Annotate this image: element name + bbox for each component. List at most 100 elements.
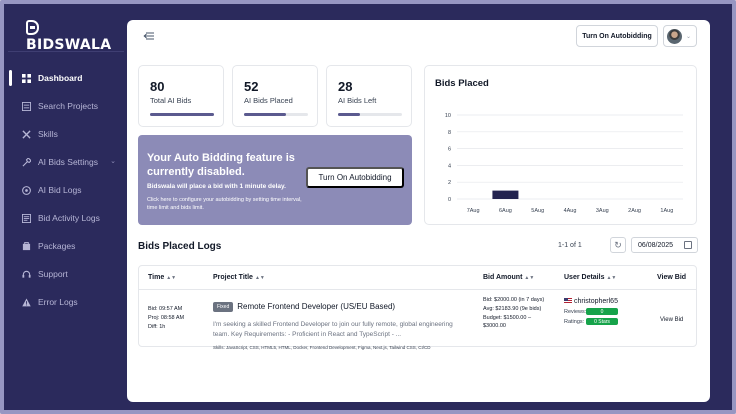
profile-menu[interactable]: ⌄: [663, 25, 697, 47]
x-tick-label: 5Aug: [531, 208, 544, 214]
ratings-badge: 0 Stars: [586, 318, 618, 325]
bids-placed-chart: 0 2 4 6 8 10 7Aug 6Aug 5Aug 4Aug 3Aug 2Aug 1Aug: [445, 113, 683, 214]
reviews-label: Reviews:: [564, 308, 587, 315]
turn-on-autobidding-button[interactable]: Turn On Autobidding: [576, 25, 658, 47]
stat-progress-fill: [338, 113, 361, 116]
project-description: I'm seeking a skilled Frontend Developer…: [213, 321, 453, 338]
dashboard-icon: [22, 73, 31, 83]
chevron-down-icon: ⌄: [110, 158, 116, 165]
sidebar-item-ai-bids-settings[interactable]: AI Bids Settings ⌄: [8, 148, 124, 176]
date-picker[interactable]: 06/08/2025: [631, 237, 698, 253]
logo-mark-icon: [26, 20, 39, 35]
arrow-left-icon: [143, 32, 154, 40]
banner-title: Your Auto Bidding feature is currently d…: [147, 152, 295, 178]
activity-logs-icon: [22, 213, 31, 223]
stat-label: AI Bids Left: [338, 96, 377, 105]
column-bid-amount[interactable]: Bid Amount ▲▼: [483, 274, 534, 281]
settings-icon: [22, 157, 31, 166]
view-bid-link[interactable]: View Bid: [660, 317, 683, 323]
bids-placed-chart-card: Bids Placed 0 2 4 6 8 10 7Aug 6Aug 5Aug 4Aug 3Aug 2…: [424, 65, 697, 225]
support-icon: [22, 270, 31, 278]
sidebar-divider: [8, 51, 124, 52]
column-label: Bid Amount: [483, 274, 523, 281]
top-bar: Turn On Autobidding ⌄: [127, 20, 710, 54]
stat-card-ai-bids-placed: 52 AI Bids Placed: [232, 65, 318, 127]
bids-logs-table: Time ▲▼ Project Title ▲▼ Bid Amount ▲▼ User…: [138, 265, 697, 350]
project-title-link[interactable]: Remote Frontend Developer (US/EU Based): [237, 302, 395, 311]
sidebar-item-skills[interactable]: Skills: [8, 120, 124, 148]
column-time[interactable]: Time ▲▼: [148, 274, 176, 281]
packages-icon: [22, 241, 31, 250]
logs-title: Bids Placed Logs: [138, 241, 222, 252]
stat-value: 52: [244, 79, 259, 94]
chevron-down-icon: ⌄: [686, 33, 692, 40]
x-tick-label: 1Aug: [660, 208, 673, 214]
refresh-button[interactable]: ↻: [610, 237, 626, 253]
banner-subtitle: Bidswala will place a bid with 1 minute …: [147, 183, 286, 190]
column-label: Time: [148, 274, 165, 281]
pagination-info: 1-1 of 1: [558, 242, 582, 249]
ratings-label: Ratings:: [564, 318, 585, 325]
project-type-badge: Fixed: [213, 302, 234, 312]
x-tick-label: 7Aug: [467, 208, 480, 214]
bid-time: Bid: 09:57 AM: [148, 306, 183, 312]
stat-label: Total AI Bids: [150, 96, 192, 105]
project-skills: Skills: JavaScript, CSS, HTML5, HTML, Do…: [213, 345, 431, 350]
sidebar-item-error-logs[interactable]: Error Logs: [8, 288, 124, 316]
sidebar-item-label: AI Bid Logs: [38, 185, 82, 195]
y-tick-label: 6: [448, 147, 451, 153]
column-view-bid: View Bid: [657, 274, 686, 281]
column-project-title[interactable]: Project Title ▲▼: [213, 274, 265, 281]
sidebar-nav: Dashboard Search Projects Skills AI Bids…: [8, 64, 124, 316]
skills-icon: [22, 129, 31, 139]
column-user-details[interactable]: User Details ▲▼: [564, 274, 616, 281]
collapse-sidebar-icon[interactable]: [143, 30, 155, 42]
main-content: Turn On Autobidding ⌄ 80 Total AI Bids 5…: [127, 20, 710, 402]
sidebar-item-packages[interactable]: Packages: [8, 232, 124, 260]
sidebar-item-label: Bid Activity Logs: [38, 213, 100, 223]
bar-6Aug[interactable]: [492, 190, 519, 199]
stat-card-total-ai-bids: 80 Total AI Bids: [138, 65, 224, 127]
stat-value: 28: [338, 79, 353, 94]
x-tick-label: 2Aug: [628, 208, 641, 214]
sidebar-item-label: Search Projects: [38, 101, 98, 111]
y-tick-label: 8: [448, 130, 451, 136]
stat-value: 80: [150, 79, 165, 94]
x-tick-label: 4Aug: [564, 208, 577, 214]
sidebar-item-search-projects[interactable]: Search Projects: [8, 92, 124, 120]
banner-turn-on-autobidding-button[interactable]: Turn On Autobidding: [306, 167, 404, 188]
user-details-cell: christopherl65 Reviews: 0 Ratings: 0 Stars: [564, 298, 618, 325]
column-label: View Bid: [657, 274, 687, 281]
sidebar-item-label: AI Bids Settings: [38, 157, 99, 167]
y-tick-label: 10: [445, 113, 451, 119]
refresh-icon: ↻: [614, 239, 622, 250]
stat-progress-bar: [150, 113, 214, 116]
bid-amount-cell: Bid: $2000.00 (in 7 days) Avg: $2183.90 …: [483, 296, 545, 330]
stat-card-ai-bids-left: 28 AI Bids Left: [326, 65, 412, 127]
time-cell: Bid: 09:57 AM Proj: 08:58 AM Diff: 1h: [148, 305, 184, 332]
sidebar-item-label: Error Logs: [38, 297, 78, 307]
sidebar-item-support[interactable]: Support: [8, 260, 124, 288]
banner-help-link[interactable]: Click here to configure your autobidding…: [147, 196, 312, 212]
time-diff: Diff: 1h: [148, 324, 166, 330]
calendar-icon: [684, 241, 692, 249]
stat-label: AI Bids Placed: [244, 96, 293, 105]
reviews-badge: 0: [586, 308, 618, 315]
project-time: Proj: 08:58 AM: [148, 315, 185, 321]
bid-logs-icon: [22, 185, 31, 195]
sort-icon: ▲▼: [606, 275, 617, 281]
autobidding-disabled-banner: Your Auto Bidding feature is currently d…: [138, 135, 412, 225]
avatar: [667, 28, 682, 44]
column-label: User Details: [564, 274, 605, 281]
sidebar-item-bid-activity-logs[interactable]: Bid Activity Logs: [8, 204, 124, 232]
sidebar-item-ai-bid-logs[interactable]: AI Bid Logs: [8, 176, 124, 204]
stat-progress-fill: [150, 113, 214, 116]
sidebar-item-label: Support: [38, 269, 68, 279]
sidebar-item-label: Dashboard: [38, 73, 83, 83]
sidebar-item-dashboard[interactable]: Dashboard: [8, 64, 124, 92]
project-cell: Fixed Remote Frontend Developer (US/EU Ba…: [213, 296, 473, 350]
stat-progress-fill: [244, 113, 286, 116]
brand-logo[interactable]: BIDSWALA: [26, 20, 124, 53]
x-tick-label: 6Aug: [499, 208, 512, 214]
us-flag-icon: [564, 298, 572, 304]
